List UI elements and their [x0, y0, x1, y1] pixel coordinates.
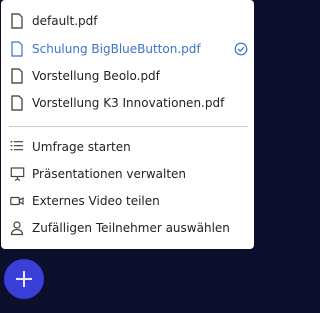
actions-menu: default.pdf Schulung BigBlueButton.pdf V…: [1, 0, 254, 249]
menu-divider: [9, 126, 248, 127]
document-icon: [11, 95, 23, 111]
action-label: Externes Video teilen: [32, 194, 160, 208]
presentation-item-k3[interactable]: Vorstellung K3 Innovationen.pdf: [1, 89, 254, 117]
select-random-user-button[interactable]: Zufälligen Teilnehmer auswählen: [1, 214, 254, 242]
actions-toggle-button[interactable]: [4, 259, 44, 299]
presentation-label: default.pdf: [32, 14, 98, 28]
presentation-label: Schulung BigBlueButton.pdf: [32, 42, 201, 56]
presentation-item-beolo[interactable]: Vorstellung Beolo.pdf: [1, 62, 254, 90]
start-poll-button[interactable]: Umfrage starten: [1, 133, 254, 161]
action-label: Zufälligen Teilnehmer auswählen: [32, 221, 230, 235]
document-icon: [11, 13, 23, 29]
manage-presentations-button[interactable]: Präsentationen verwalten: [1, 160, 254, 188]
presentation-item-schulung[interactable]: Schulung BigBlueButton.pdf: [1, 35, 254, 63]
plus-icon: [16, 271, 32, 287]
poll-list-icon: [10, 141, 23, 151]
document-icon: [11, 41, 23, 57]
action-label: Präsentationen verwalten: [32, 167, 187, 181]
presentation-label: Vorstellung K3 Innovationen.pdf: [32, 96, 225, 110]
presentation-screen-icon: [10, 167, 25, 182]
presentation-label: Vorstellung Beolo.pdf: [32, 69, 160, 83]
presentation-item-default[interactable]: default.pdf: [1, 7, 254, 35]
document-icon: [11, 68, 23, 84]
check-circle-icon: [234, 42, 248, 56]
video-camera-icon: [10, 196, 24, 206]
action-label: Umfrage starten: [32, 140, 131, 154]
user-icon: [10, 221, 24, 236]
share-external-video-button[interactable]: Externes Video teilen: [1, 187, 254, 215]
